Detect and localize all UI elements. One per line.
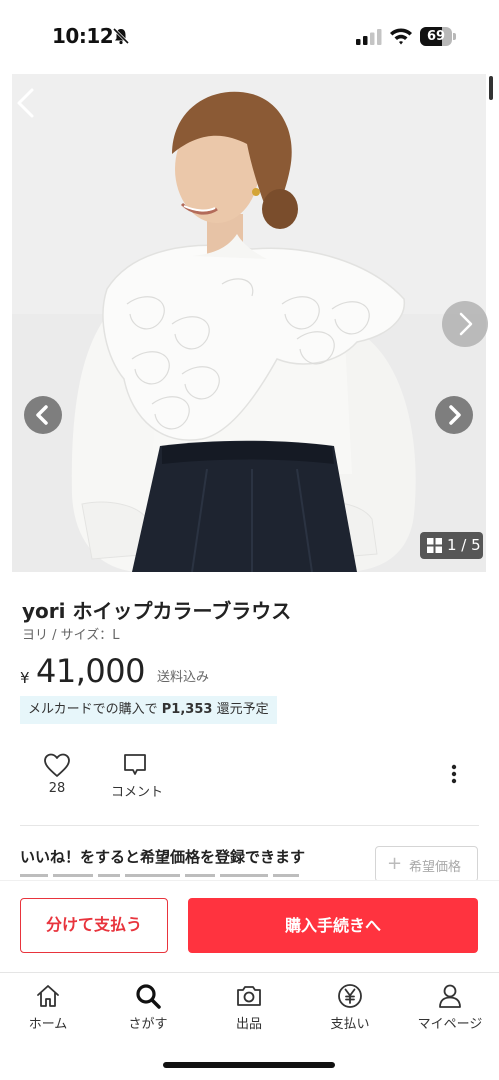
chevron-right-icon — [459, 312, 473, 336]
nav-sell[interactable]: 出品 — [204, 978, 294, 1032]
purchase-button[interactable]: 購入手続きへ — [188, 898, 478, 953]
nav-sell-label: 出品 — [235, 1017, 262, 1032]
nav-home-label: ホーム — [28, 1017, 68, 1032]
product-image[interactable] — [12, 74, 486, 572]
point-value: P1,353 — [161, 702, 213, 717]
grid-icon — [427, 538, 442, 553]
clipped-text-line — [20, 874, 365, 877]
divider — [20, 825, 479, 826]
like-count: 28 — [48, 781, 66, 796]
chevron-left-icon — [36, 405, 48, 425]
image-counter-text: 1 / 5 — [447, 536, 481, 554]
next-image-small-button[interactable] — [435, 396, 473, 434]
point-reward-badge: メルカードでの購入で P1,353 還元予定 — [20, 696, 277, 724]
product-photo — [12, 74, 486, 572]
status-bar: 10:12 69 — [0, 0, 499, 72]
back-chevron-icon[interactable] — [12, 86, 40, 120]
chevron-right-icon — [449, 405, 461, 425]
wish-price-button-label: 希望価格 — [409, 860, 462, 875]
image-counter[interactable]: 1 / 5 — [420, 532, 483, 559]
more-vertical-icon[interactable] — [446, 762, 462, 786]
item-title: yori ホイップカラーブラウス — [22, 599, 292, 623]
battery-indicator: 69 — [420, 27, 456, 46]
heart-icon — [44, 753, 70, 777]
nav-mypage-label: マイページ — [417, 1017, 483, 1032]
bell-muted-icon — [112, 27, 130, 45]
like-button[interactable] — [36, 752, 78, 782]
wish-price-prompt: いいね！をすると希望価格を登録できます — [20, 848, 306, 866]
battery-percent: 69 — [426, 29, 446, 44]
person-icon — [439, 984, 461, 1008]
wish-price-button[interactable]: + 希望価格 — [375, 846, 478, 882]
point-suffix: 還元予定 — [216, 702, 269, 717]
nav-payment[interactable]: 支払い — [305, 978, 395, 1032]
nav-search[interactable]: さがす — [103, 978, 193, 1032]
camera-icon — [237, 986, 261, 1006]
next-image-button[interactable] — [442, 301, 488, 347]
point-prefix: メルカードでの購入で — [28, 702, 158, 717]
home-icon — [37, 985, 59, 1007]
wifi-icon — [390, 28, 412, 45]
nav-mypage[interactable]: マイページ — [405, 978, 495, 1032]
comment-label: コメント — [110, 785, 163, 800]
nav-payment-label: 支払い — [330, 1017, 370, 1032]
plus-icon: + — [387, 853, 403, 874]
scroll-indicator — [489, 76, 493, 100]
comment-button[interactable] — [122, 752, 152, 782]
shipping-label: 送料込み — [157, 670, 210, 685]
home-indicator — [163, 1062, 335, 1068]
search-icon — [136, 984, 161, 1009]
status-time: 10:12 — [52, 24, 114, 48]
currency-symbol: ¥ — [20, 669, 30, 687]
comment-icon — [124, 754, 146, 775]
split-pay-button[interactable]: 分けて支払う — [20, 898, 168, 953]
signal-icon — [356, 29, 382, 45]
item-price: 41,000 — [36, 652, 145, 690]
item-brand-size: ヨリ / サイズ：L — [22, 628, 120, 643]
prev-image-button[interactable] — [24, 396, 62, 434]
yen-icon — [338, 984, 362, 1008]
nav-home[interactable]: ホーム — [3, 978, 93, 1032]
nav-search-label: さがす — [128, 1017, 168, 1032]
